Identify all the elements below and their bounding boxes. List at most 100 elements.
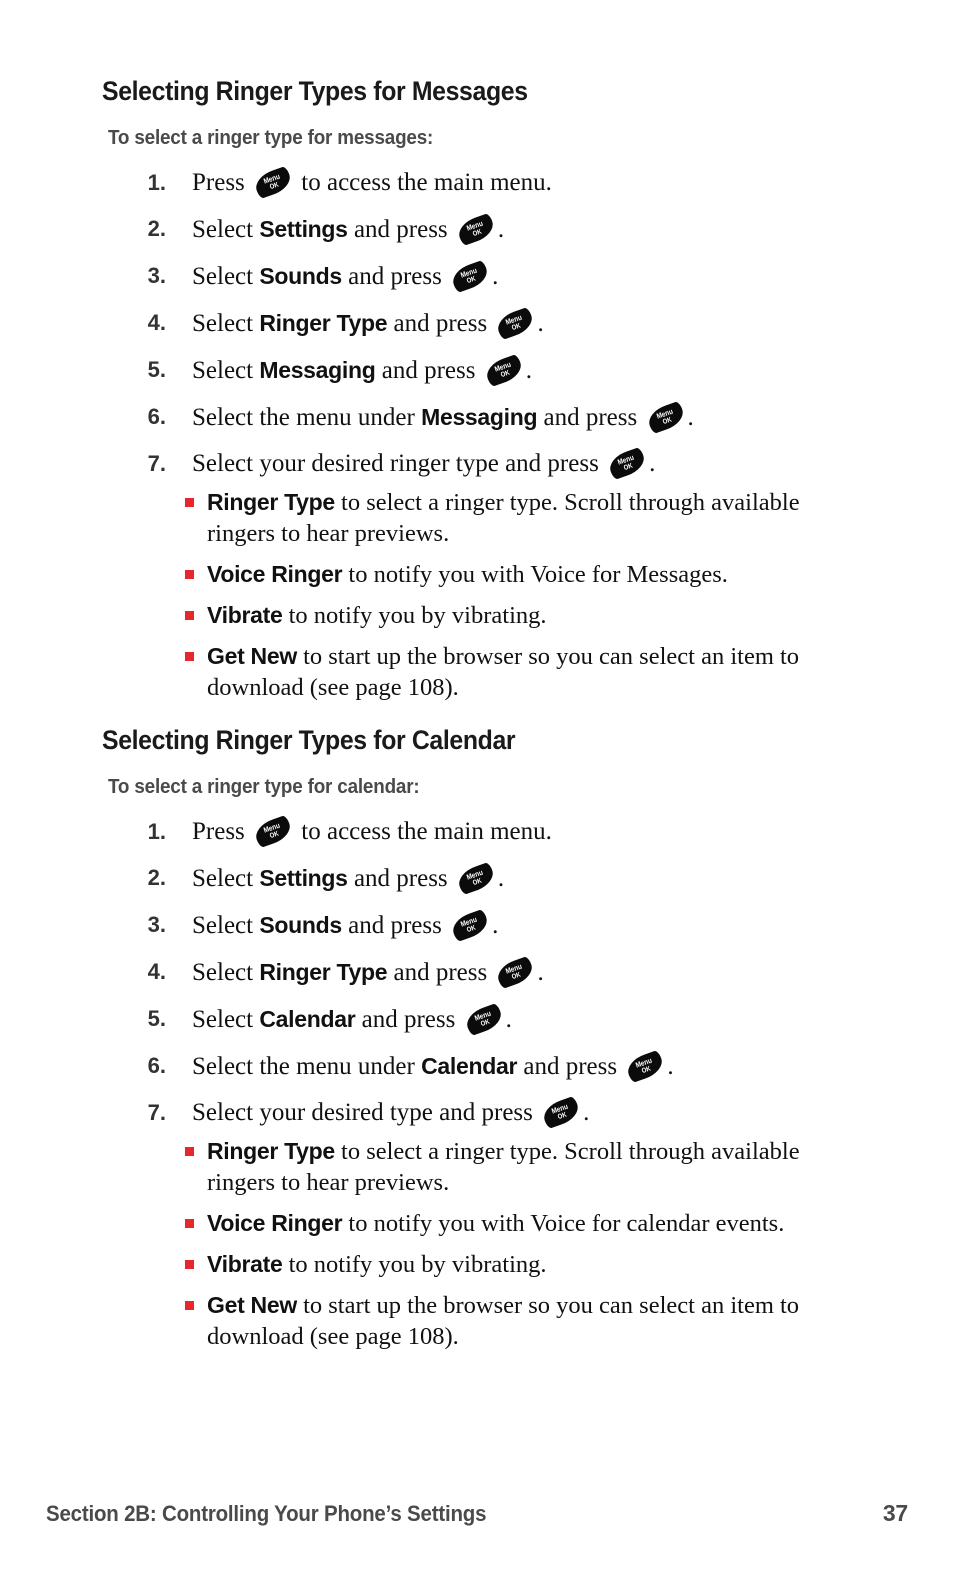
menu-key-shape xyxy=(449,908,491,943)
step-text-lead: Select your desired ringer type and pres… xyxy=(192,450,606,477)
step-text-lead: Select xyxy=(192,959,260,986)
step-text: Select the menu under Calendar and press… xyxy=(192,1049,920,1084)
menu-key-shape xyxy=(606,446,648,481)
bullet-description: to notify you by vibrating. xyxy=(282,1251,547,1278)
menu-ok-key-icon: Menu OK xyxy=(540,1095,582,1130)
menu-ok-key-icon: Menu OK xyxy=(449,259,491,294)
bullet-text: Voice Ringer to notify you with Voice fo… xyxy=(207,1208,865,1239)
step-text-tail: . xyxy=(583,1099,590,1126)
step-text-mid: and press xyxy=(375,357,482,384)
step-text-mid: and press xyxy=(517,1053,624,1080)
step-menu-term: Ringer Type xyxy=(259,959,388,985)
step-menu-term: Settings xyxy=(259,216,348,242)
step-text-tail: . xyxy=(649,450,656,477)
step-text-lead: Select the menu under xyxy=(192,404,422,431)
step-menu-term: Calendar xyxy=(259,1006,356,1032)
step-text: Press Menu OK to access the main menu. xyxy=(192,165,920,200)
bullet-text: Get New to start up the browser so you c… xyxy=(207,1290,865,1352)
step-menu-term: Messaging xyxy=(259,357,376,383)
bullet-item: Get New to start up the browser so you c… xyxy=(185,1290,865,1352)
menu-key-shape xyxy=(482,353,525,388)
steps-list-messages: 1. Press Menu OK to access the main menu. 2… xyxy=(130,165,920,495)
step-number: 4. xyxy=(147,959,166,984)
bullets-list-messages: Ringer Type to select a ringer type. Scr… xyxy=(185,487,865,713)
step-text-tail: to access the main menu. xyxy=(295,818,552,845)
step-text-tail: . xyxy=(525,357,532,384)
step-text-tail: . xyxy=(687,404,694,431)
step-text-tail: . xyxy=(492,912,499,939)
intro-line-messages: To select a ringer type for messages: xyxy=(108,126,434,149)
bullet-option-name: Vibrate xyxy=(207,602,283,628)
step-item: 6. Select the menu under Messaging and pr… xyxy=(130,400,920,435)
step-text-mid: and press xyxy=(355,1006,462,1033)
step-number: 3. xyxy=(147,263,166,288)
step-text: Select Messaging and press Menu OK. xyxy=(192,353,920,388)
bullet-square-icon xyxy=(185,1147,194,1156)
step-text-lead: Press xyxy=(192,169,252,196)
bullet-item: Vibrate to notify you by vibrating. xyxy=(185,1249,865,1280)
step-text: Select Calendar and press Menu OK. xyxy=(192,1002,920,1037)
step-text: Select the menu under Messaging and pres… xyxy=(192,400,920,435)
page-footer: Section 2B: Controlling Your Phone’s Set… xyxy=(46,1500,908,1527)
step-text-mid: and press xyxy=(341,263,449,290)
step-text-lead: Select your desired type and press xyxy=(192,1099,540,1126)
bullet-square-icon xyxy=(185,1301,194,1310)
menu-key-shape xyxy=(624,1049,667,1084)
step-text: Select Settings and press Menu OK. xyxy=(192,861,920,896)
step-item: 3. Select Sounds and press Menu OK. xyxy=(130,908,920,943)
step-number: 2. xyxy=(147,865,166,890)
bullet-square-icon xyxy=(185,652,194,661)
menu-ok-key-icon: Menu OK xyxy=(462,1002,505,1037)
bullet-square-icon xyxy=(185,570,194,579)
step-text-lead: Select the menu under xyxy=(192,1053,422,1080)
step-text-lead: Select xyxy=(192,357,260,384)
menu-ok-key-icon: Menu OK xyxy=(624,1049,667,1084)
bullet-option-name: Ringer Type xyxy=(207,489,335,515)
step-item: 7. Select your desired type and press Men… xyxy=(130,1095,920,1130)
step-text: Select Ringer Type and press Menu OK. xyxy=(192,955,920,990)
bullet-option-name: Voice Ringer xyxy=(207,561,343,587)
step-text: Select Ringer Type and press Menu OK. xyxy=(192,306,920,341)
step-text-tail: . xyxy=(537,959,544,986)
step-number: 2. xyxy=(147,216,166,241)
step-text-lead: Press xyxy=(192,818,252,845)
step-number: 7. xyxy=(147,1100,166,1125)
bullet-description: to notify you with Voice for Messages. xyxy=(342,561,728,588)
step-number: 4. xyxy=(147,310,166,335)
footer-section-label: Section 2B: Controlling Your Phone’s Set… xyxy=(46,1501,487,1526)
menu-key-shape xyxy=(449,259,491,294)
manual-page: Selecting Ringer Types for Messages To s… xyxy=(0,0,954,1590)
step-number: 6. xyxy=(147,404,166,429)
step-number: 5. xyxy=(147,357,166,382)
step-number: 1. xyxy=(147,819,166,844)
step-number: 3. xyxy=(147,912,166,937)
bullets-list-calendar: Ringer Type to select a ringer type. Scr… xyxy=(185,1136,865,1362)
menu-ok-key-icon: Menu OK xyxy=(252,165,294,200)
step-text-tail: . xyxy=(497,216,505,243)
step-text-tail: . xyxy=(667,1053,674,1080)
bullet-item: Ringer Type to select a ringer type. Scr… xyxy=(185,1136,865,1198)
menu-key-shape xyxy=(455,861,497,896)
step-text: Select Settings and press Menu OK. xyxy=(192,212,920,247)
step-text-tail: . xyxy=(505,1006,512,1033)
step-number: 6. xyxy=(147,1053,166,1078)
step-menu-term: Calendar xyxy=(421,1053,518,1079)
step-item: 7. Select your desired ringer type and pr… xyxy=(130,446,920,481)
menu-ok-key-icon: Menu OK xyxy=(494,955,537,990)
step-text: Select Sounds and press Menu OK. xyxy=(192,908,920,943)
menu-key-shape xyxy=(494,306,537,341)
step-text: Select your desired type and press Menu O… xyxy=(192,1095,920,1130)
step-text-tail: . xyxy=(492,263,499,290)
step-text-mid: and press xyxy=(341,912,449,939)
menu-ok-key-icon: Menu OK xyxy=(252,814,294,849)
step-text-mid: and press xyxy=(537,404,644,431)
step-text-lead: Select xyxy=(192,865,260,892)
bullet-text: Ringer Type to select a ringer type. Scr… xyxy=(207,487,865,549)
menu-ok-key-icon: Menu OK xyxy=(494,306,537,341)
step-number: 1. xyxy=(147,170,166,195)
menu-key-shape xyxy=(252,814,294,849)
menu-ok-key-icon: Menu OK xyxy=(482,353,525,388)
bullet-item: Voice Ringer to notify you with Voice fo… xyxy=(185,559,865,590)
step-item: 2. Select Settings and press Menu OK. xyxy=(130,212,920,247)
bullet-option-name: Voice Ringer xyxy=(207,1210,343,1236)
